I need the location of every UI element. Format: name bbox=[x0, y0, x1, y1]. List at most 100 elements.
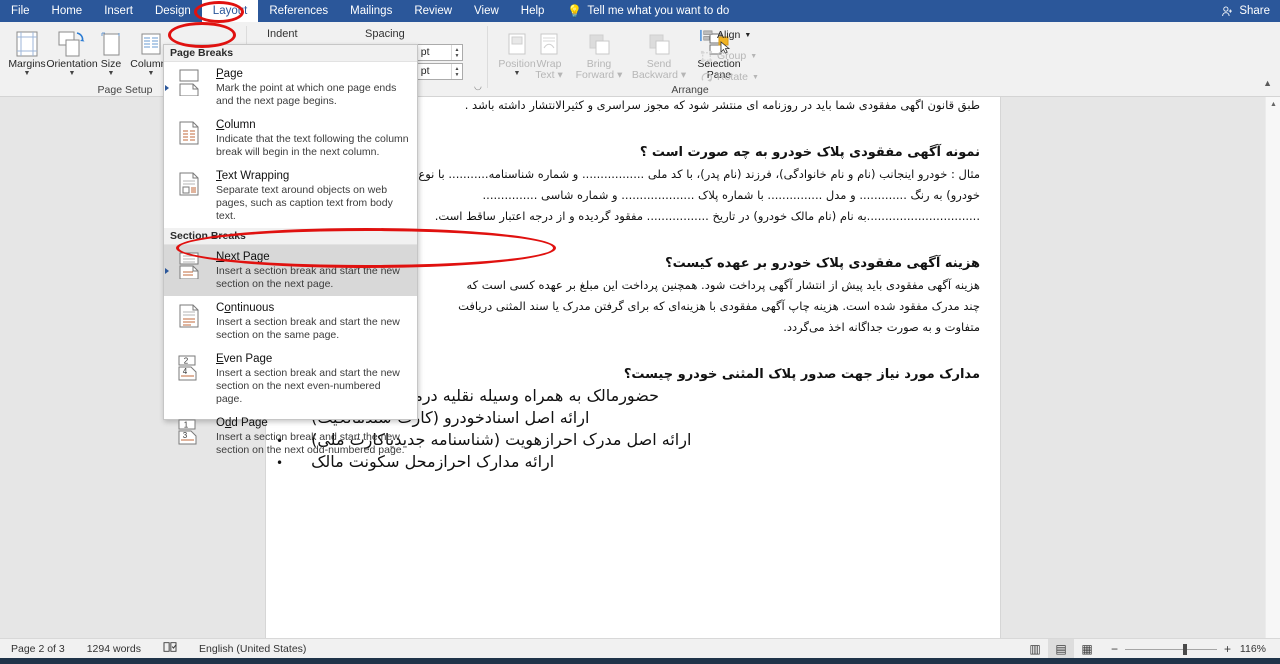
ribbon-tab-design[interactable]: Design bbox=[144, 0, 202, 22]
rotate-icon bbox=[700, 71, 713, 84]
position-chevron-down-icon: ▼ bbox=[514, 70, 521, 78]
ribbon-tab-help[interactable]: Help bbox=[510, 0, 556, 22]
page-indicator[interactable]: Page 2 of 3 bbox=[0, 643, 76, 655]
breaks-dropdown-menu[interactable]: Page Breaks Page Mark the point at which… bbox=[163, 44, 418, 420]
submenu-marker-icon bbox=[165, 85, 169, 91]
group-button[interactable]: Group ▼ bbox=[700, 48, 757, 64]
menu-item-title: Next Page bbox=[216, 250, 409, 264]
web-layout-view-button[interactable]: ▦ bbox=[1074, 639, 1100, 659]
menu-item-text-wrapping[interactable]: Text Wrapping Separate text around objec… bbox=[164, 164, 417, 228]
menu-item-title: Page bbox=[216, 67, 409, 81]
menu-item-page[interactable]: Page Mark the point at which one page en… bbox=[164, 62, 417, 113]
tell-me-label: Tell me what you want to do bbox=[587, 5, 729, 17]
orientation-chevron-down-icon: ▼ bbox=[69, 70, 76, 78]
odd-page-section-icon: 1 3 bbox=[170, 416, 208, 457]
orientation-label: Orientation bbox=[46, 59, 97, 70]
ribbon-tab-insert[interactable]: Insert bbox=[93, 0, 144, 22]
send-backward-label: SendBackward ▾ bbox=[632, 59, 686, 81]
word-count[interactable]: 1294 words bbox=[76, 643, 152, 655]
menu-item-description: Separate text around objects on web page… bbox=[216, 184, 409, 223]
group-label: Group bbox=[717, 50, 746, 62]
taskbar bbox=[0, 658, 1280, 664]
menu-item-description: Insert a section break and start the new… bbox=[216, 265, 409, 291]
zoom-slider-thumb[interactable] bbox=[1183, 644, 1187, 655]
ribbon-tab-view[interactable]: View bbox=[463, 0, 510, 22]
ribbon-tab-review[interactable]: Review bbox=[403, 0, 463, 22]
menu-item-continuous[interactable]: Continuous Insert a section break and st… bbox=[164, 296, 417, 347]
menu-item-title: Continuous bbox=[216, 301, 409, 315]
menu-item-title: Odd Page bbox=[216, 416, 409, 430]
zoom-slider[interactable] bbox=[1125, 649, 1217, 650]
zoom-level-label[interactable]: 116% bbox=[1238, 643, 1272, 655]
menu-item-description: Indicate that the text following the col… bbox=[216, 133, 409, 159]
menu-item-next-page[interactable]: Next Page Insert a section break and sta… bbox=[164, 245, 417, 296]
print-layout-view-button[interactable]: ▤ bbox=[1048, 639, 1074, 659]
send-backward-icon bbox=[646, 24, 672, 58]
bring-forward-icon bbox=[586, 24, 612, 58]
paragraph-dialog-launcher[interactable]: ◡ bbox=[474, 81, 482, 92]
align-button[interactable]: Align ▼ bbox=[700, 27, 751, 43]
ribbon-separator-2 bbox=[487, 26, 488, 88]
indent-header-label: Indent bbox=[267, 28, 298, 40]
read-mode-view-button[interactable]: ▥ bbox=[1022, 639, 1048, 659]
scroll-up-button[interactable]: ▲ bbox=[1266, 97, 1280, 111]
group-chevron-down-icon: ▼ bbox=[750, 53, 757, 60]
lightbulb-icon: 💡 bbox=[567, 4, 582, 18]
ribbon-tab-bar: File Home Insert Design Layout Reference… bbox=[0, 0, 1280, 22]
language-indicator[interactable]: English (United States) bbox=[188, 643, 317, 655]
orientation-icon bbox=[57, 24, 87, 58]
status-bar-right: ▥ ▤ ▦ − + 116% bbox=[1022, 639, 1280, 659]
share-button[interactable]: Share bbox=[1221, 0, 1270, 22]
menu-section-header-page-breaks: Page Breaks bbox=[164, 45, 417, 62]
margins-chevron-down-icon: ▼ bbox=[24, 70, 31, 78]
menu-item-odd-page[interactable]: 1 3 Odd Page Insert a section break and … bbox=[164, 411, 417, 462]
continuous-section-icon bbox=[170, 301, 208, 342]
text-wrapping-break-icon bbox=[170, 169, 208, 223]
rotate-button[interactable]: Rotate ▼ bbox=[700, 69, 759, 85]
vertical-scrollbar[interactable]: ▲ bbox=[1265, 97, 1280, 638]
position-icon bbox=[505, 24, 529, 58]
proofing-errors-icon[interactable] bbox=[152, 641, 188, 656]
wrap-text-icon bbox=[537, 24, 561, 58]
status-bar: Page 2 of 3 1294 words English (United S… bbox=[0, 638, 1280, 658]
menu-item-column[interactable]: Column Indicate that the text following … bbox=[164, 113, 417, 164]
tell-me-box[interactable]: 💡 Tell me what you want to do bbox=[567, 4, 729, 18]
zoom-out-button[interactable]: − bbox=[1110, 642, 1119, 656]
menu-item-description: Insert a section break and start the new… bbox=[216, 431, 409, 457]
columns-icon bbox=[139, 24, 163, 58]
menu-item-description: Mark the point at which one page ends an… bbox=[216, 82, 409, 108]
even-page-section-icon: 2 4 bbox=[170, 352, 208, 406]
size-button[interactable]: Size ▼ bbox=[92, 24, 130, 78]
rotate-label: Rotate bbox=[717, 71, 748, 83]
ribbon-tab-references[interactable]: References bbox=[258, 0, 339, 22]
ribbon-tab-layout[interactable]: Layout bbox=[202, 0, 259, 22]
menu-item-description: Insert a section break and start the new… bbox=[216, 367, 409, 406]
menu-item-even-page[interactable]: 2 4 Even Page Insert a section break and… bbox=[164, 347, 417, 411]
svg-text:4: 4 bbox=[183, 367, 188, 376]
wrap-text-label: WrapText ▾ bbox=[535, 59, 562, 81]
bring-forward-button[interactable]: BringForward ▾ bbox=[570, 24, 628, 81]
word-window: File Home Insert Design Layout Reference… bbox=[0, 0, 1280, 664]
size-icon bbox=[99, 24, 123, 58]
size-label: Size bbox=[101, 59, 121, 70]
ribbon-tab-home[interactable]: Home bbox=[41, 0, 94, 22]
ribbon-tab-file[interactable]: File bbox=[0, 0, 41, 22]
align-label: Align bbox=[717, 29, 740, 41]
menu-item-title: Column bbox=[216, 118, 409, 132]
menu-item-title: Text Wrapping bbox=[216, 169, 409, 183]
spacing-before-arrows[interactable]: ▲▼ bbox=[451, 45, 462, 60]
rotate-chevron-down-icon: ▼ bbox=[752, 74, 759, 81]
margins-icon bbox=[14, 24, 40, 58]
ribbon-tab-mailings[interactable]: Mailings bbox=[339, 0, 403, 22]
zoom-control[interactable]: − + 116% bbox=[1100, 642, 1280, 656]
zoom-in-button[interactable]: + bbox=[1223, 642, 1232, 656]
group-icon bbox=[700, 50, 713, 63]
svg-text:3: 3 bbox=[183, 431, 188, 440]
send-backward-button[interactable]: SendBackward ▾ bbox=[628, 24, 690, 81]
svg-text:2: 2 bbox=[184, 357, 189, 366]
spacing-header-label: Spacing bbox=[365, 28, 405, 40]
collapse-ribbon-button[interactable]: ▲ bbox=[1263, 78, 1272, 88]
spacing-after-arrows[interactable]: ▲▼ bbox=[451, 64, 462, 79]
wrap-text-button[interactable]: WrapText ▾ bbox=[528, 24, 570, 81]
share-person-icon bbox=[1221, 5, 1234, 18]
